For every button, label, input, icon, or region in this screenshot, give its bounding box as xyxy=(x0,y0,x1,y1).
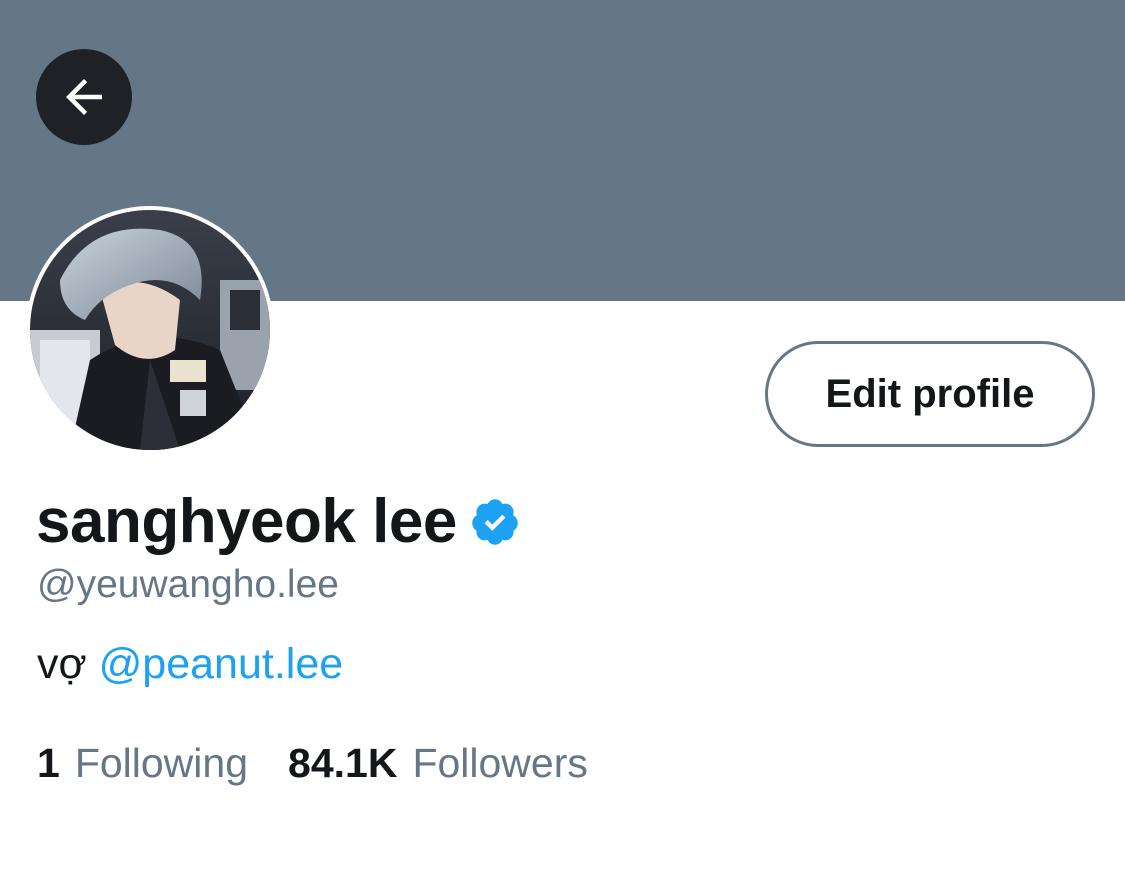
avatar[interactable] xyxy=(26,206,274,454)
display-name: sanghyeok lee xyxy=(36,487,457,556)
arrow-left-icon xyxy=(66,79,102,115)
back-button[interactable] xyxy=(36,49,132,145)
followers-stat[interactable]: 84.1K Followers xyxy=(288,740,588,787)
following-stat[interactable]: 1 Following xyxy=(37,740,248,787)
bio-text: vợ xyxy=(37,640,87,688)
verified-badge-icon xyxy=(469,496,521,548)
user-handle: @yeuwangho.lee xyxy=(37,563,339,606)
profile-page: Edit profile sanghyeok lee @yeuwangho.le… xyxy=(0,0,1125,872)
display-name-row: sanghyeok lee xyxy=(36,486,521,557)
bio-mention-link[interactable]: @peanut.lee xyxy=(99,640,344,688)
follow-stats: 1 Following 84.1K Followers xyxy=(37,740,588,787)
following-count: 1 xyxy=(37,740,60,786)
bio: vợ @peanut.lee xyxy=(37,640,343,689)
avatar-photo xyxy=(30,210,270,450)
following-label: Following xyxy=(74,740,249,786)
followers-label: Followers xyxy=(412,740,588,786)
followers-count: 84.1K xyxy=(288,740,398,786)
edit-profile-button[interactable]: Edit profile xyxy=(765,341,1095,447)
